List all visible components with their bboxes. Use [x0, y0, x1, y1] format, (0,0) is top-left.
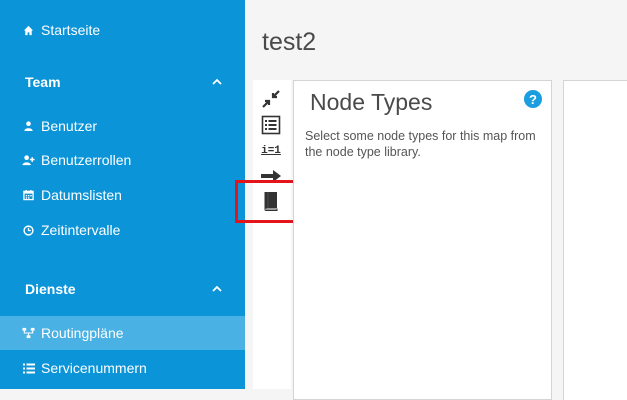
sidebar-item-benutzerrollen[interactable]: Benutzerrollen	[0, 143, 245, 177]
sidebar-item-label: Routingpläne	[41, 325, 124, 341]
section-title: Dienste	[25, 281, 76, 297]
sidebar-item-startseite[interactable]: Startseite	[0, 13, 245, 47]
sidebar-item-label: Benutzer	[41, 118, 98, 134]
user-icon	[22, 120, 35, 133]
compress-tool-button[interactable]	[258, 87, 284, 111]
sidebar-item-label: Startseite	[41, 22, 101, 38]
sidebar: Startseite Team Benutzer Benutzerrollen …	[0, 0, 245, 389]
list-view-tool-button[interactable]	[258, 113, 284, 137]
user-plus-icon	[22, 154, 35, 167]
clock-icon	[22, 224, 35, 237]
sidebar-item-label: Benutzerrollen	[41, 152, 132, 168]
help-icon[interactable]: ?	[524, 90, 542, 108]
page-title: test2	[262, 28, 317, 56]
compress-icon	[262, 90, 280, 108]
node-types-panel: Node Types ? Select some node types for …	[293, 80, 552, 400]
panel-description: Select some node types for this map from…	[305, 129, 536, 159]
sidebar-item-benutzer[interactable]: Benutzer	[0, 109, 245, 143]
home-icon	[22, 24, 35, 37]
sidebar-item-servicenummern[interactable]: Servicenummern	[0, 351, 245, 385]
routing-icon	[22, 327, 35, 340]
highlight-box	[235, 180, 302, 223]
calendar-icon	[22, 189, 35, 202]
section-team-header[interactable]: Team	[0, 65, 245, 99]
panel-title: Node Types	[310, 89, 433, 115]
sidebar-item-label: Servicenummern	[41, 360, 147, 376]
chevron-up-icon	[212, 78, 222, 85]
canvas-panel[interactable]	[563, 80, 627, 400]
sidebar-item-label: Zeitintervalle	[41, 222, 121, 238]
sidebar-item-zeitintervalle[interactable]: Zeitintervalle	[0, 213, 245, 247]
list-view-icon	[261, 115, 281, 135]
chevron-up-icon	[212, 285, 222, 292]
section-dienste-header[interactable]: Dienste	[0, 272, 245, 306]
sidebar-item-routingplaene[interactable]: Routingpläne	[0, 316, 245, 350]
list-icon	[22, 362, 35, 375]
sidebar-item-label: Datumslisten	[41, 187, 122, 203]
mapping-tool-button[interactable]: i=1	[258, 139, 284, 163]
sidebar-item-datumslisten[interactable]: Datumslisten	[0, 178, 245, 212]
section-title: Team	[25, 74, 61, 90]
